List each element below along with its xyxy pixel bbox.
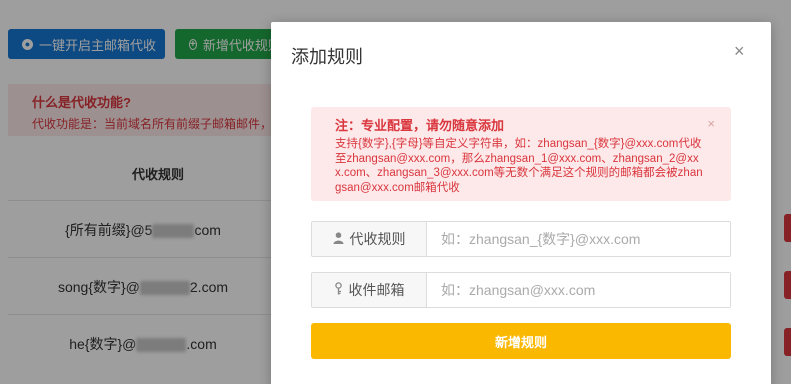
warning-alert: 注：专业配置，请勿随意添加 支持{数字},{字母}等自定义字符串，如：zhang… [311, 107, 731, 201]
key-icon [334, 282, 343, 298]
recipient-mailbox-label: 收件邮箱 [348, 282, 405, 298]
recipient-mailbox-field: 收件邮箱 [311, 272, 731, 308]
alert-title: 注：专业配置，请勿随意添加 [335, 118, 505, 133]
alert-close-icon[interactable]: × [707, 116, 715, 131]
forward-rule-label: 代收规则 [349, 231, 406, 247]
close-icon[interactable]: × [734, 42, 745, 60]
alert-text: 支持{数字},{字母}等自定义字符串，如：zhangsan_{数字}@xxx.c… [335, 138, 703, 194]
add-rule-submit-button[interactable]: 新增规则 [311, 323, 731, 359]
forward-rule-label-box: 代收规则 [312, 222, 427, 256]
dialog-title: 添加规则 [291, 47, 363, 67]
forward-rule-input[interactable] [427, 222, 730, 256]
add-rule-dialog: 添加规则 × 注：专业配置，请勿随意添加 支持{数字},{字母}等自定义字符串，… [271, 22, 771, 384]
recipient-mailbox-input[interactable] [427, 273, 730, 307]
forward-rule-field: 代收规则 [311, 221, 731, 257]
recipient-mailbox-label-box: 收件邮箱 [312, 273, 427, 307]
user-icon [333, 231, 344, 247]
